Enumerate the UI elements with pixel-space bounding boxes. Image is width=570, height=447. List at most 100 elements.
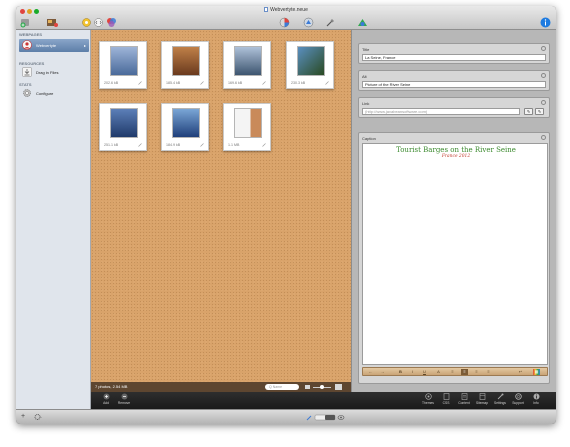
remove-button[interactable]: Remove: [115, 393, 133, 408]
gallery-icon[interactable]: [46, 17, 58, 28]
title-input[interactable]: La Seine, France: [362, 54, 546, 61]
css-label: CSS: [442, 401, 450, 405]
content-label: Content: [458, 401, 470, 405]
sidebar-item-configure[interactable]: Configure: [19, 87, 89, 100]
alt-input[interactable]: Picture of the River Seine: [362, 81, 546, 88]
align-right-button[interactable]: ≡: [473, 369, 480, 375]
html-icon[interactable]: [94, 17, 103, 28]
photo-tile[interactable]: 184.9 kB: [161, 103, 209, 151]
css-button[interactable]: CSS: [437, 393, 455, 408]
photo-thumbnail: [110, 46, 138, 76]
edit-pencil-icon[interactable]: [262, 81, 266, 85]
edit-pencil-icon[interactable]: [138, 143, 142, 147]
edit-pencil-icon[interactable]: [200, 143, 204, 147]
bold-button[interactable]: B: [397, 369, 404, 375]
caption-label: Caption: [362, 136, 376, 141]
web-icon[interactable]: [357, 17, 368, 28]
add-button[interactable]: Add: [97, 393, 115, 408]
italic-button[interactable]: I: [409, 369, 416, 375]
reset-icon[interactable]: [541, 73, 546, 78]
colors-icon[interactable]: [106, 17, 117, 28]
photo-tile[interactable]: 251.1 kB: [99, 103, 147, 151]
photo-count: 7 photos, 2.54 MB: [95, 384, 128, 389]
align-justify-button[interactable]: ≡: [485, 369, 492, 375]
reset-icon[interactable]: [541, 135, 546, 140]
link-field-group: Link (http://www.javabeansoftware.com) ✎…: [358, 97, 550, 118]
themes-icon: [424, 393, 432, 400]
support-icon: [514, 393, 522, 400]
sidebar: WEBPAGES Webvertyte ▸ RESOURCES Drag in …: [16, 30, 91, 409]
align-center-button[interactable]: ≡: [461, 369, 468, 375]
font-color-button[interactable]: A: [435, 369, 442, 375]
large-thumbnail-icon: [335, 384, 342, 390]
gear-menu-icon[interactable]: [34, 413, 42, 421]
undo-button[interactable]: ←: [367, 369, 374, 375]
settings-label: Settings: [494, 401, 506, 405]
photo-tile[interactable]: 169.6 kB: [223, 41, 271, 89]
sidebar-heading-webpages: WEBPAGES: [19, 32, 43, 37]
reset-icon[interactable]: [541, 46, 546, 51]
underline-button[interactable]: U: [421, 369, 428, 375]
content-button[interactable]: Content: [455, 393, 473, 408]
photo-size: 251.1 kB: [104, 143, 119, 147]
caption-field-group: Caption Tourist Barges on the River Sein…: [358, 132, 550, 384]
link-open-button[interactable]: ✎: [535, 108, 544, 115]
preview-icon[interactable]: [82, 17, 91, 28]
redo-button[interactable]: →: [379, 369, 386, 375]
settings-button[interactable]: Settings: [491, 393, 509, 408]
photo-size: 202.6 kB: [104, 81, 119, 85]
add-page-icon[interactable]: [20, 17, 31, 28]
photo-tile[interactable]: 1.1 MB: [223, 103, 271, 151]
search-input[interactable]: Q Name: [265, 384, 299, 390]
link-input[interactable]: (http://www.javabeansoftware.com): [362, 108, 520, 115]
photo-tile[interactable]: 230.3 kB: [286, 41, 334, 89]
sidebar-item-label: Webvertyte: [36, 43, 57, 48]
caption-editor[interactable]: Tourist Barges on the River Seine France…: [362, 143, 548, 365]
sidebar-item-webpage[interactable]: Webvertyte ▸: [19, 39, 89, 52]
add-webpage-button[interactable]: +: [21, 413, 25, 420]
sidebar-disclosure-icon[interactable]: ▸: [84, 43, 86, 48]
edit-pencil-icon[interactable]: [325, 81, 329, 85]
edit-pencil-icon[interactable]: [138, 81, 142, 85]
info-button[interactable]: Info: [527, 393, 545, 408]
css-icon: [443, 393, 449, 400]
info-icon[interactable]: [540, 17, 551, 28]
tools-icon[interactable]: [325, 17, 336, 28]
edit-pencil-icon[interactable]: [200, 81, 204, 85]
link-button[interactable]: ↩: [517, 369, 524, 375]
align-left-button[interactable]: ≡: [449, 369, 456, 375]
gear-icon: [23, 89, 31, 97]
link-edit-button[interactable]: ✎: [524, 108, 533, 115]
photo-inspector: Title La Seine, France Alt Picture of th…: [351, 30, 556, 392]
minus-circle-icon: [121, 393, 127, 400]
info-label: Info: [533, 401, 539, 405]
photo-size: 184.9 kB: [166, 143, 181, 147]
sidebar-item-drag-files[interactable]: Drag in Files: [19, 66, 89, 79]
content-icon: [461, 393, 467, 400]
photo-corkboard: 202.6 kB 185.4 kB 169.6 kB 230.3 kB 251.…: [91, 30, 351, 382]
sitemap-button[interactable]: Sitemap: [473, 393, 491, 408]
reset-icon[interactable]: [541, 100, 546, 105]
support-button[interactable]: Support: [509, 393, 527, 408]
remove-label: Remove: [117, 401, 131, 405]
color-picker-button[interactable]: ▦: [533, 369, 540, 375]
photo-thumbnail: [234, 108, 262, 138]
edit-preview-toggle[interactable]: [306, 414, 346, 421]
publish-icon[interactable]: [303, 17, 314, 28]
small-thumbnail-icon: [305, 385, 310, 389]
photo-size: 230.3 kB: [291, 81, 306, 85]
photo-tile[interactable]: 185.4 kB: [161, 41, 209, 89]
plus-circle-icon: [103, 393, 109, 400]
photo-tile[interactable]: 202.6 kB: [99, 41, 147, 89]
photo-size: 185.4 kB: [166, 81, 181, 85]
layout-icon[interactable]: [279, 17, 290, 28]
edit-pencil-icon[interactable]: [262, 143, 266, 147]
slider-knob[interactable]: [320, 385, 324, 389]
page-avatar-icon: [22, 40, 32, 50]
themes-button[interactable]: Themes: [419, 393, 437, 408]
bottom-toolbar: Add Remove Themes CSS Content Sitemap Se…: [91, 392, 556, 409]
photo-size: 1.1 MB: [228, 143, 240, 147]
photo-thumbnail: [234, 46, 262, 76]
photo-thumbnail: [172, 46, 200, 76]
sitemap-icon: [479, 393, 485, 400]
